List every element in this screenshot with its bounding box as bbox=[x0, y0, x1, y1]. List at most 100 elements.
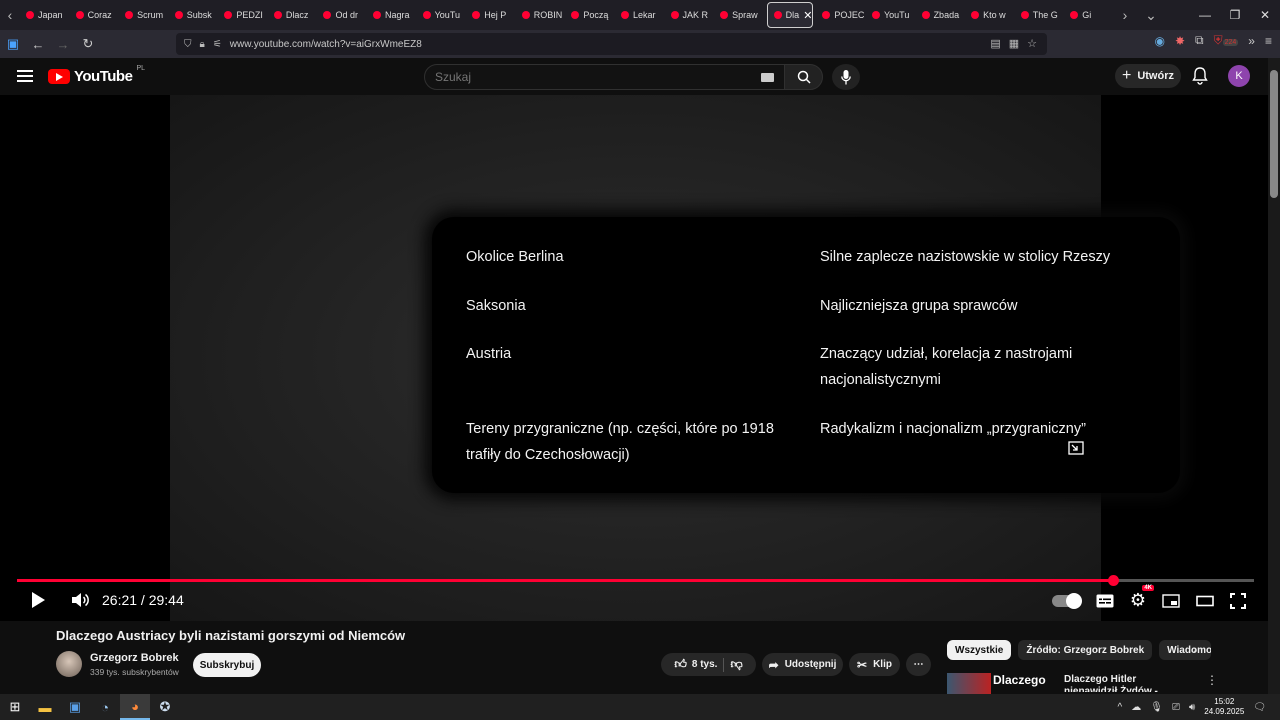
recommendation-title[interactable]: Dlaczego Hitler nienawidził Żydów - kuli… bbox=[1064, 674, 1184, 692]
like-button[interactable]: 👍︎ 8 tys. bbox=[674, 657, 717, 672]
browser-tab[interactable]: Zbada bbox=[916, 2, 966, 28]
progress-bar[interactable] bbox=[17, 575, 1254, 586]
browser-tab[interactable]: Scrum bbox=[119, 2, 169, 28]
ublock-icon[interactable]: ⛨ 224 bbox=[1214, 33, 1239, 48]
more-actions-button[interactable]: ⋯ bbox=[906, 653, 931, 676]
browser-tab[interactable]: Począ bbox=[565, 2, 615, 28]
fullscreen-icon[interactable] bbox=[1230, 592, 1246, 609]
subscribe-button[interactable]: Subskrybuj bbox=[193, 653, 261, 677]
theater-mode-icon[interactable] bbox=[1196, 595, 1214, 607]
search-input[interactable] bbox=[435, 70, 735, 84]
autoplay-toggle[interactable] bbox=[1051, 592, 1082, 609]
share-button[interactable]: ➦ Udostępnij bbox=[762, 653, 843, 676]
browser-tab[interactable]: Kto w bbox=[965, 2, 1015, 28]
file-explorer-icon[interactable]: ▬ bbox=[30, 694, 60, 720]
tab-scroll-right-icon[interactable]: › bbox=[1114, 0, 1136, 30]
browser-tab[interactable]: Od dr bbox=[317, 2, 367, 28]
recommendation-thumbnail[interactable] bbox=[947, 673, 991, 694]
taskbar-clock[interactable]: 15:02 24.09.2025 bbox=[1204, 697, 1244, 717]
browser-tab[interactable]: YouTu bbox=[866, 2, 916, 28]
browser-tab-active[interactable]: Dla ✕ bbox=[766, 2, 814, 28]
network-icon[interactable]: ⎚ bbox=[1172, 702, 1180, 713]
extensions-puzzle-icon[interactable]: ⧉ bbox=[1195, 33, 1204, 48]
lock-icon[interactable]: 🔒︎ bbox=[200, 39, 205, 50]
scrollbar-thumb[interactable] bbox=[1270, 70, 1278, 198]
chip-source-channel[interactable]: Źródło: Grzegorz Bobrek bbox=[1018, 640, 1153, 660]
app-menu-icon[interactable]: ≡ bbox=[1265, 34, 1272, 48]
browser-tab[interactable]: Hej P bbox=[466, 2, 516, 28]
clip-button[interactable]: ✂ Klip bbox=[849, 653, 900, 676]
browser-tab[interactable]: The G bbox=[1015, 2, 1065, 28]
miniplayer-icon[interactable] bbox=[1162, 593, 1180, 608]
close-window-icon[interactable]: ✕ bbox=[1250, 8, 1280, 22]
firefox-icon[interactable]: ◕ bbox=[120, 694, 150, 720]
picture-in-picture-icon[interactable] bbox=[1068, 441, 1084, 455]
notifications-bell-icon[interactable] bbox=[1192, 67, 1208, 85]
browser-tab[interactable]: Lekar bbox=[615, 2, 665, 28]
browser-tab[interactable]: Dlacz bbox=[268, 2, 318, 28]
microphone-tray-icon[interactable]: 🎙︎ bbox=[1150, 702, 1163, 713]
fox-extension-icon[interactable]: ✸ bbox=[1175, 34, 1185, 48]
browser-tab[interactable]: JAK R bbox=[665, 2, 715, 28]
guide-menu-icon[interactable] bbox=[17, 70, 33, 82]
minimize-icon[interactable]: — bbox=[1190, 8, 1220, 22]
permissions-icon[interactable]: ⚟ bbox=[213, 39, 222, 50]
bookmark-star-icon[interactable]: ☆ bbox=[1027, 37, 1037, 50]
subtitles-icon[interactable] bbox=[1096, 594, 1114, 608]
steam-icon[interactable]: ◔ bbox=[90, 694, 120, 720]
voice-search-button[interactable] bbox=[832, 64, 860, 90]
play-icon[interactable] bbox=[30, 592, 46, 608]
chip-news[interactable]: Wiadomo bbox=[1159, 640, 1212, 660]
volume-icon[interactable] bbox=[71, 592, 89, 608]
app-icon[interactable]: ✪ bbox=[150, 694, 180, 720]
chip-all[interactable]: Wszystkie bbox=[947, 640, 1012, 660]
chips-next-chevron-icon[interactable]: › bbox=[1193, 644, 1197, 656]
browser-tab[interactable]: Spraw bbox=[714, 2, 764, 28]
search-box[interactable] bbox=[424, 64, 785, 90]
shield-icon[interactable]: ⛉ bbox=[184, 39, 192, 50]
search-button[interactable] bbox=[784, 64, 823, 90]
tab-list-dropdown-icon[interactable]: ⌄ bbox=[1136, 0, 1166, 30]
like-count: 8 tys. bbox=[691, 659, 718, 670]
tab-scroll-left-icon[interactable]: ‹ bbox=[0, 0, 20, 30]
tray-overflow-icon[interactable]: ^ bbox=[1118, 702, 1123, 713]
speaker-icon[interactable]: 🔊︎ bbox=[1189, 702, 1195, 713]
create-button[interactable]: + Utwórz bbox=[1115, 64, 1181, 88]
pocket-icon[interactable]: ▦ bbox=[1009, 37, 1019, 50]
remote-desktop-icon[interactable]: ▣ bbox=[60, 694, 90, 720]
channel-avatar[interactable] bbox=[56, 651, 82, 677]
windows-start-icon[interactable]: ⊞ bbox=[0, 694, 30, 720]
browser-tab[interactable]: Coraz bbox=[70, 2, 120, 28]
reload-icon[interactable]: ↻ bbox=[76, 32, 100, 56]
browser-tab[interactable]: PEDZI bbox=[218, 2, 268, 28]
video-player[interactable]: Okolice Berlina Silne zaplecze nazistows… bbox=[0, 95, 1268, 621]
overflow-chevron-icon[interactable]: » bbox=[1248, 34, 1255, 48]
browser-tab[interactable]: YouTu bbox=[417, 2, 467, 28]
browser-tab[interactable]: Japan bbox=[20, 2, 70, 28]
restore-icon[interactable]: ❐ bbox=[1220, 8, 1250, 22]
back-icon[interactable]: ← bbox=[26, 32, 50, 56]
keyboard-icon[interactable] bbox=[761, 73, 774, 82]
browser-tab[interactable]: Gi bbox=[1064, 2, 1114, 28]
notifications-tray-icon[interactable]: 🗨︎ bbox=[1253, 702, 1266, 713]
recommendation-more-icon[interactable]: ⋮ bbox=[1206, 673, 1218, 687]
page-scrollbar[interactable] bbox=[1268, 58, 1280, 694]
channel-name[interactable]: Grzegorz Bobrek bbox=[90, 652, 179, 664]
settings-button[interactable]: ⚙ 4K bbox=[1130, 585, 1154, 611]
sidebar-toggle-icon[interactable]: ▣ bbox=[1, 32, 25, 56]
browser-tab[interactable]: POJEC bbox=[816, 2, 866, 28]
vpn-extension-icon[interactable]: ◉ bbox=[1154, 34, 1164, 48]
browser-tab[interactable]: Nagra bbox=[367, 2, 417, 28]
dislike-button[interactable]: 👎︎ bbox=[730, 657, 742, 672]
progress-scrubber-handle[interactable] bbox=[1108, 575, 1120, 586]
youtube-logo[interactable]: YouTube PL bbox=[48, 65, 145, 85]
account-avatar[interactable]: K bbox=[1228, 65, 1250, 87]
forward-icon[interactable]: → bbox=[51, 32, 75, 56]
url-bar[interactable]: ⛉ 🔒︎ ⚟ www.youtube.com/watch?v=aiGrxWmeE… bbox=[176, 33, 1047, 55]
browser-tab[interactable]: ROBIN bbox=[516, 2, 566, 28]
browser-tab[interactable]: Subsk bbox=[169, 2, 219, 28]
url-text[interactable]: www.youtube.com/watch?v=aiGrxWmeEZ8 bbox=[230, 39, 422, 50]
reader-view-icon[interactable]: ▤ bbox=[990, 37, 1000, 50]
onedrive-icon[interactable]: ☁ bbox=[1131, 702, 1141, 713]
close-tab-icon[interactable]: ✕ bbox=[803, 9, 812, 22]
